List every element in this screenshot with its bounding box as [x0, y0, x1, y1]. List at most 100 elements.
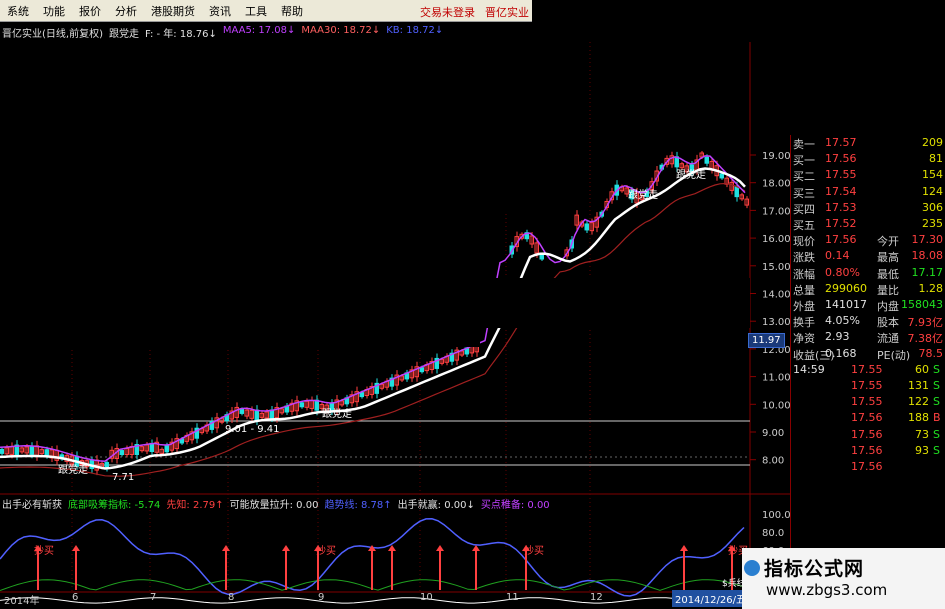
- kline-chart[interactable]: 19.0018.0017.0016.0015.0014.0013.0012.00…: [0, 22, 790, 609]
- menu-news[interactable]: 资讯: [202, 3, 238, 19]
- stat-label: 最低: [877, 267, 899, 281]
- tick-row: 17.55 131 S: [791, 378, 945, 394]
- stat-label: 涨跌: [793, 251, 815, 265]
- stat-label: 流通: [877, 332, 899, 346]
- bid-volume: 154: [922, 168, 943, 182]
- menu-system[interactable]: 系统: [0, 3, 36, 19]
- candle-body: [119, 450, 124, 456]
- bid-row: 买四 17.53 306: [791, 200, 945, 216]
- price-axis-label: 19.00: [762, 151, 790, 162]
- menu-function[interactable]: 功能: [36, 3, 72, 19]
- x-label: 12: [590, 592, 603, 603]
- tick-price: 17.55: [851, 379, 883, 392]
- x-label: 11: [506, 592, 519, 603]
- menu-analysis[interactable]: 分析: [108, 3, 144, 19]
- bid-row: 买一 17.56 81: [791, 151, 945, 167]
- stat-value: 78.5: [918, 346, 944, 360]
- x-label: 6: [72, 592, 79, 603]
- tick-volume: 93: [915, 443, 929, 457]
- candle-body: [419, 367, 424, 373]
- annotation-gdz-2: 跟党走: [58, 465, 88, 476]
- candle-body: [29, 445, 34, 455]
- bid-price: 17.53: [825, 200, 857, 214]
- x-label: 7: [150, 592, 157, 603]
- candle-body: [0, 448, 4, 454]
- menu-quote[interactable]: 报价: [72, 3, 108, 19]
- stat-value: 4.05%: [825, 314, 860, 328]
- tick-row: 17.56 73 S: [791, 427, 945, 443]
- ask-price: 17.57: [825, 136, 857, 149]
- bid-volume: 235: [922, 217, 943, 230]
- price-axis-label: 15.00: [762, 262, 790, 273]
- tick-price: 17.56: [851, 443, 883, 457]
- bid-volume: 81: [929, 152, 943, 166]
- indicator-title-row: 出手必有斩获 底部吸筹指标: -5.74 先知: 2.79↑ 可能放量拉升: 0…: [2, 496, 550, 511]
- tick-volume: 73: [915, 427, 929, 441]
- price-axis-label: 16.00: [762, 234, 790, 245]
- tick-price: 17.56: [851, 411, 883, 425]
- stat-value: 0.14: [825, 249, 850, 263]
- tick-row: 17.56 93 S: [791, 443, 945, 459]
- ask-row: 卖一 17.57 209: [791, 135, 945, 151]
- stat-value: 299060: [825, 281, 867, 295]
- stat-row: 净资 2.93 流通 7.38亿: [791, 329, 945, 345]
- stat-value: 0.80%: [825, 265, 860, 279]
- tick-row: 14:59 17.55 60 S: [791, 362, 945, 378]
- price-axis-label: 18.00: [762, 179, 790, 190]
- tick-price: 17.56: [851, 460, 883, 473]
- candle-body: [734, 186, 739, 198]
- candle-body: [299, 402, 304, 408]
- tick-direction: S: [933, 379, 940, 392]
- price-axis-label: 8.00: [762, 456, 784, 467]
- stat-value: 0.168: [825, 346, 857, 360]
- stat-row: 涨幅 0.80% 最低 17.17: [791, 265, 945, 281]
- bid-label: 买三: [793, 186, 815, 200]
- annotation-gdz-1: 跟党走: [322, 409, 352, 420]
- menu-help[interactable]: 帮助: [274, 3, 310, 19]
- price-axis-label: 9.00: [762, 428, 784, 439]
- menu-hk-futures[interactable]: 港股期货: [144, 3, 202, 19]
- bid-price: 17.55: [825, 168, 857, 182]
- tick-row: 17.55 122 S: [791, 394, 945, 410]
- watermark-banner: 指标公式网 www.zbgs3.com: [742, 548, 945, 609]
- tick-direction: S: [933, 443, 940, 457]
- candle-body: [239, 408, 244, 414]
- indicator-k6: 买点稚备: 0.00: [480, 500, 550, 511]
- f-value: F: - 年: 18.76↓: [144, 29, 217, 40]
- watermark-logo-icon: [744, 560, 760, 576]
- stat-label: 现价: [793, 235, 815, 249]
- stat-value: 2.93: [825, 330, 850, 344]
- stat-row: 现价 17.56 今开 17.30: [791, 232, 945, 248]
- stat-value: 18.08: [911, 249, 944, 263]
- chart-title-row: 晋亿实业(日线,前复权) 跟党走 F: - 年: 18.76↓ MAA5: 17…: [2, 25, 443, 40]
- bid-price: 17.56: [825, 152, 857, 166]
- tick-volume: 131: [908, 379, 929, 392]
- stock-name-link[interactable]: 晋亿实业: [485, 4, 529, 20]
- x-label: 9: [318, 592, 325, 603]
- tick-price: 17.55: [851, 395, 883, 409]
- annotation-price-1: 9.01 - 9.41: [225, 424, 280, 435]
- formula-name: 跟党走: [108, 29, 139, 40]
- stat-value: 17.17: [911, 265, 944, 279]
- stat-label: 换手: [793, 316, 815, 330]
- bid-label: 买一: [793, 154, 815, 168]
- maa5-value: MAA5: 17.08↓: [222, 25, 296, 36]
- menu-tools[interactable]: 工具: [238, 3, 274, 19]
- tick-direction: S: [933, 362, 940, 376]
- current-price-tag: 11.97: [748, 333, 785, 348]
- tick-price: 17.56: [851, 427, 883, 441]
- stat-row: 换手 4.05% 股本 7.93亿: [791, 313, 945, 329]
- tick-time: 14:59: [793, 362, 825, 376]
- stat-value: 1.28: [918, 281, 944, 295]
- indicator-k5: 出手就赢: 0.00↓: [397, 500, 475, 511]
- ask-volume: 209: [922, 136, 943, 149]
- bid-volume: 124: [922, 184, 943, 198]
- tick-volume: 60: [915, 362, 929, 376]
- candle-body: [584, 223, 589, 231]
- candle-body: [539, 254, 544, 260]
- bid-label: 买二: [793, 170, 815, 184]
- bid-label: 买四: [793, 202, 815, 216]
- candle-body: [719, 173, 724, 179]
- current-date-box: 2014/12/26/五: [672, 590, 750, 607]
- trade-login-link[interactable]: 交易未登录: [420, 4, 475, 20]
